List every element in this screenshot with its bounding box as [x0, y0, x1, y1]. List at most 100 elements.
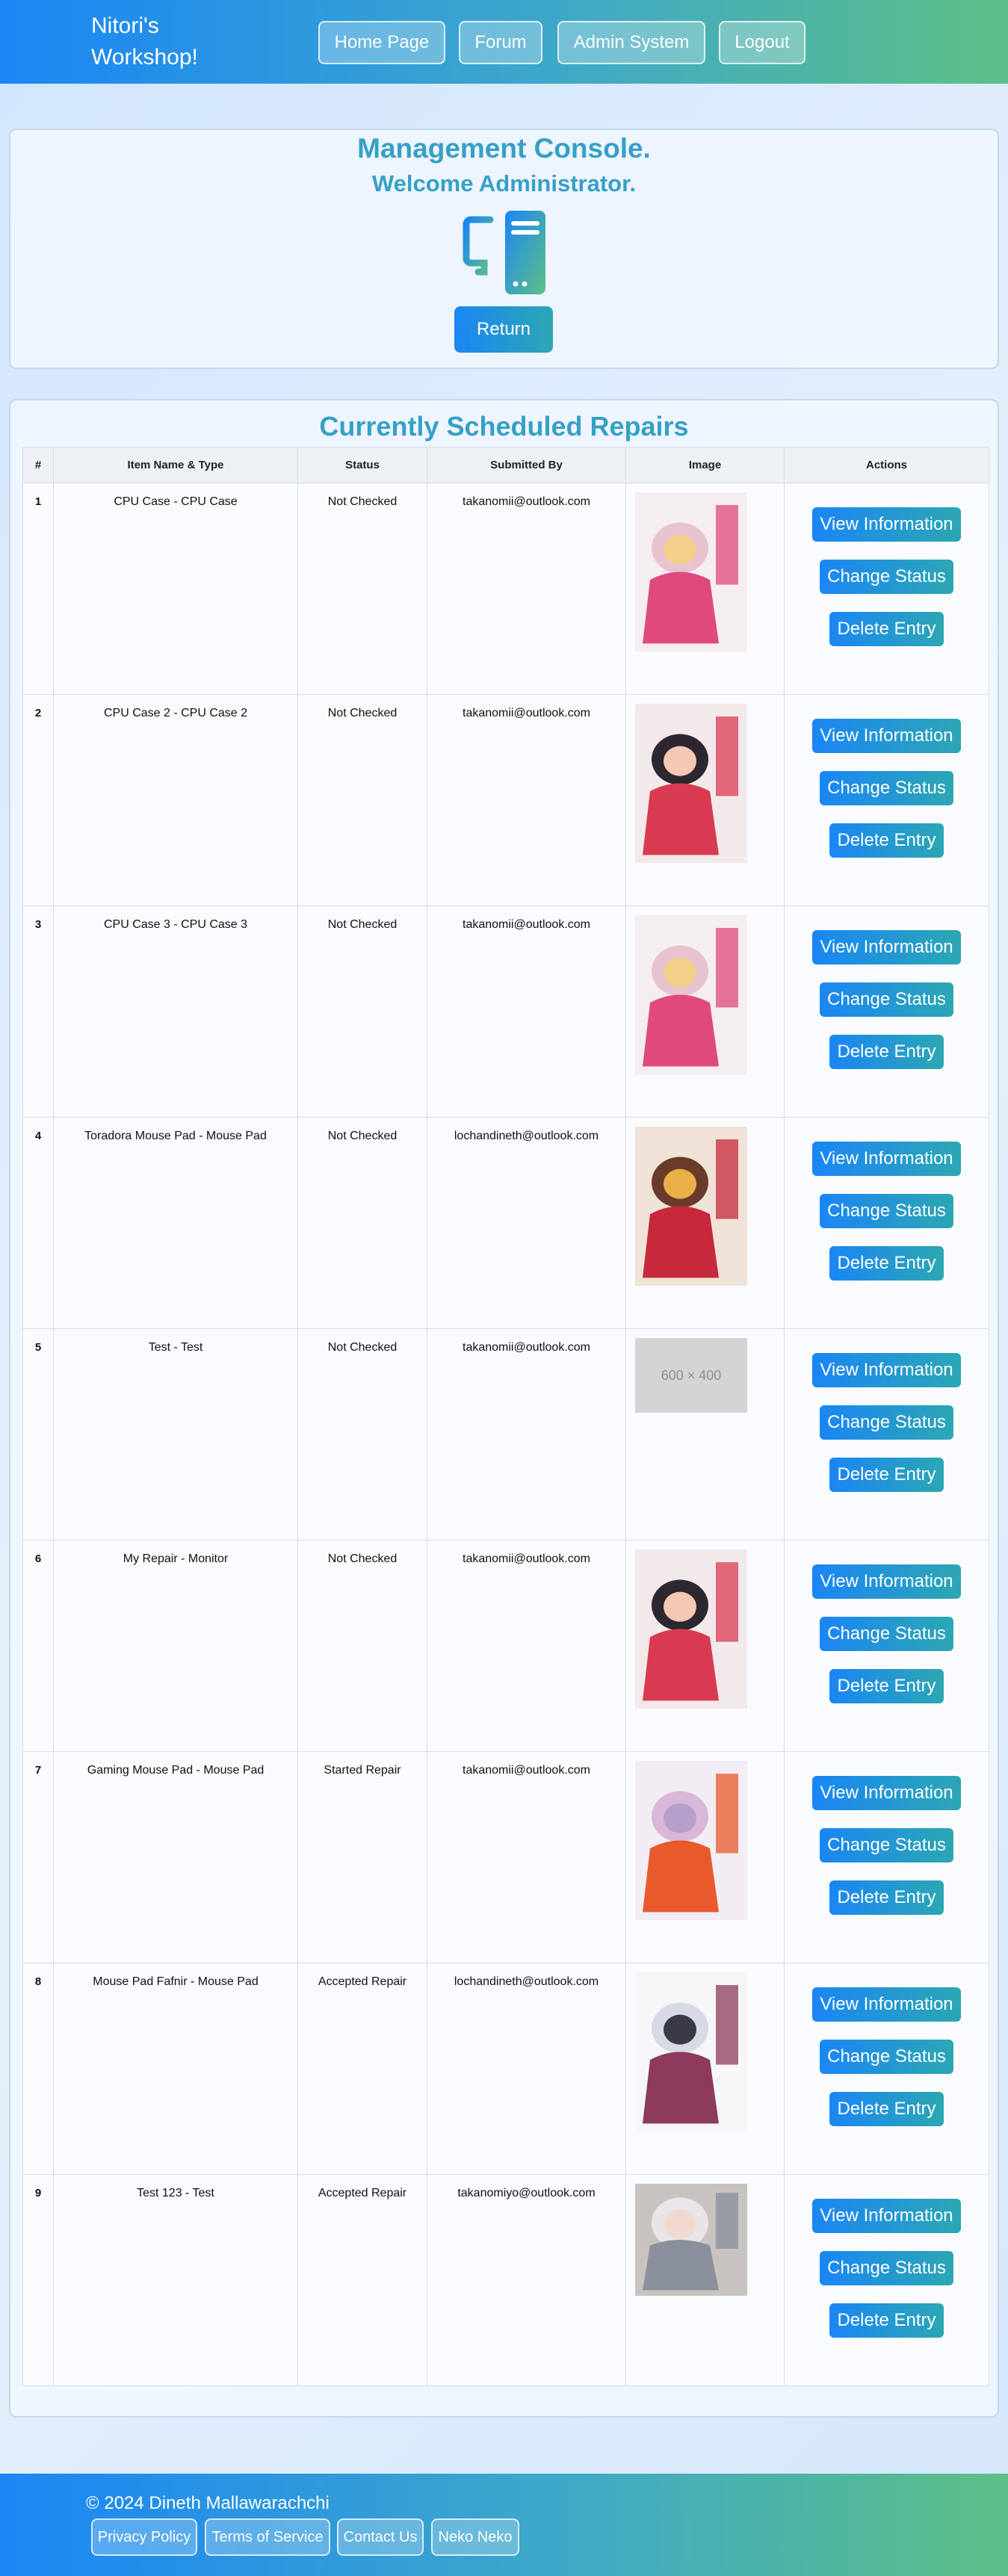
view-information-button[interactable]: View Information — [811, 717, 962, 755]
repair-image — [635, 492, 747, 651]
delete-entry-button[interactable]: Delete Entry — [828, 610, 945, 648]
col-header-item: Item Name & Type — [53, 447, 298, 483]
delete-entry-button[interactable]: Delete Entry — [828, 1456, 945, 1493]
view-information-button[interactable]: View Information — [811, 1352, 962, 1389]
terms-of-service-link[interactable]: Terms of Service — [205, 2518, 330, 2556]
row-item-name: CPU Case 2 - CPU Case 2 — [53, 694, 298, 906]
row-number: 2 — [22, 694, 54, 906]
change-status-button[interactable]: Change Status — [818, 2250, 955, 2287]
placeholder-size-text: 600 × 400 — [661, 1368, 722, 1383]
copyright-text: © 2024 Dineth Mallawarachchi — [86, 2493, 330, 2513]
col-header-submitted-by: Submitted By — [427, 447, 626, 483]
col-header-actions: Actions — [784, 447, 989, 483]
table-header-row: # Item Name & Type Status Submitted By I… — [22, 447, 989, 483]
row-submitted-by: takanomiyo@outlook.com — [427, 2174, 626, 2386]
table-row: 9 Test 123 - Test Accepted Repair takanomiy… — [22, 2174, 989, 2386]
repair-image — [635, 2184, 747, 2296]
row-actions: View Information Change Status Delete Entr… — [784, 1540, 989, 1752]
row-number: 9 — [22, 2174, 54, 2386]
delete-entry-button[interactable]: Delete Entry — [828, 1033, 945, 1071]
change-status-button[interactable]: Change Status — [818, 1192, 955, 1230]
row-image-cell — [625, 1963, 785, 2175]
row-status: Not Checked — [297, 1328, 427, 1541]
delete-entry-button[interactable]: Delete Entry — [828, 2090, 945, 2128]
repairs-table: # Item Name & Type Status Submitted By I… — [22, 447, 989, 2386]
repairs-title: Currently Scheduled Repairs — [319, 411, 689, 442]
row-actions: View Information Change Status Delete Entr… — [784, 1328, 989, 1541]
row-image-cell — [625, 905, 785, 1118]
delete-entry-button[interactable]: Delete Entry — [828, 1668, 945, 1705]
nav-admin-system-button[interactable]: Admin System — [557, 21, 705, 64]
view-information-button[interactable]: View Information — [811, 1774, 962, 1812]
table-row: 2 CPU Case 2 - CPU Case 2 Not Checked takan… — [22, 694, 989, 906]
row-actions: View Information Change Status Delete Entr… — [784, 1963, 989, 2175]
repair-image — [635, 1127, 747, 1286]
brand-line-2: Workshop! — [91, 45, 198, 69]
change-status-button[interactable]: Change Status — [818, 981, 955, 1018]
col-header-image: Image — [625, 447, 785, 483]
return-button[interactable]: Return — [454, 306, 553, 353]
row-image-cell — [625, 483, 785, 695]
delete-entry-button[interactable]: Delete Entry — [828, 1245, 945, 1282]
row-number: 6 — [22, 1540, 54, 1752]
nav-home-page-button[interactable]: Home Page — [318, 21, 445, 64]
table-row: 5 Test - Test Not Checked takanomii@outlook… — [22, 1328, 989, 1541]
nav-logout-button[interactable]: Logout — [719, 21, 806, 64]
row-item-name: My Repair - Monitor — [53, 1540, 298, 1752]
management-console-card: Management Console. Welcome Administrato… — [9, 129, 999, 369]
scheduled-repairs-card: Currently Scheduled Repairs # Item Name … — [9, 399, 999, 2418]
delete-entry-button[interactable]: Delete Entry — [828, 2302, 945, 2339]
row-status: Accepted Repair — [297, 2174, 427, 2386]
site-brand[interactable]: Nitori's Workshop! — [91, 10, 198, 73]
brand-line-1: Nitori's — [91, 13, 159, 38]
contact-us-link[interactable]: Contact Us — [337, 2518, 424, 2556]
nav-forum-button[interactable]: Forum — [459, 21, 542, 64]
delete-entry-button[interactable]: Delete Entry — [828, 822, 945, 859]
table-row: 4 Toradora Mouse Pad - Mouse Pad Not Check… — [22, 1117, 989, 1329]
repair-image — [635, 1972, 747, 2131]
row-image-cell — [625, 1117, 785, 1329]
computer-icon — [463, 211, 545, 294]
row-image-cell: 600 × 400 — [625, 1328, 785, 1541]
row-number: 8 — [22, 1963, 54, 2175]
row-number: 3 — [22, 905, 54, 1118]
view-information-button[interactable]: View Information — [811, 2197, 962, 2235]
row-submitted-by: takanomii@outlook.com — [427, 905, 626, 1118]
row-image-cell — [625, 694, 785, 906]
table-row: 8 Mouse Pad Fafnir - Mouse Pad Accepted Re… — [22, 1963, 989, 2175]
view-information-button[interactable]: View Information — [811, 1986, 962, 2023]
row-item-name: CPU Case - CPU Case — [53, 483, 298, 695]
col-header-num: # — [22, 447, 54, 483]
change-status-button[interactable]: Change Status — [818, 558, 955, 595]
row-status: Started Repair — [297, 1751, 427, 1963]
change-status-button[interactable]: Change Status — [818, 2038, 955, 2075]
change-status-button[interactable]: Change Status — [818, 1827, 955, 1864]
row-actions: View Information Change Status Delete Entr… — [784, 905, 989, 1118]
row-status: Not Checked — [297, 694, 427, 906]
row-submitted-by: takanomii@outlook.com — [427, 694, 626, 906]
table-row: 6 My Repair - Monitor Not Checked takanomii… — [22, 1540, 989, 1752]
view-information-button[interactable]: View Information — [811, 506, 962, 543]
neko-neko-link[interactable]: Neko Neko — [431, 2518, 519, 2556]
change-status-button[interactable]: Change Status — [818, 1615, 955, 1653]
table-row: 1 CPU Case - CPU Case Not Checked takanomii… — [22, 483, 989, 695]
row-status: Not Checked — [297, 1117, 427, 1329]
console-subtitle: Welcome Administrator. — [371, 170, 637, 196]
view-information-button[interactable]: View Information — [811, 1563, 962, 1600]
top-nav-bar: Nitori's Workshop! Home Page Forum Admin… — [0, 0, 1008, 84]
table-row: 7 Gaming Mouse Pad - Mouse Pad Started Rep… — [22, 1751, 989, 1963]
change-status-button[interactable]: Change Status — [818, 1404, 955, 1441]
delete-entry-button[interactable]: Delete Entry — [828, 1879, 945, 1916]
view-information-button[interactable]: View Information — [811, 1140, 962, 1177]
row-actions: View Information Change Status Delete Entr… — [784, 483, 989, 695]
repair-image — [635, 704, 747, 863]
row-item-name: CPU Case 3 - CPU Case 3 — [53, 905, 298, 1118]
col-header-status: Status — [297, 447, 427, 483]
repair-image — [635, 1761, 747, 1920]
privacy-policy-link[interactable]: Privacy Policy — [91, 2518, 197, 2556]
row-image-cell — [625, 2174, 785, 2386]
row-item-name: Toradora Mouse Pad - Mouse Pad — [53, 1117, 298, 1329]
change-status-button[interactable]: Change Status — [818, 770, 955, 807]
view-information-button[interactable]: View Information — [811, 929, 962, 966]
row-actions: View Information Change Status Delete Entr… — [784, 1751, 989, 1963]
